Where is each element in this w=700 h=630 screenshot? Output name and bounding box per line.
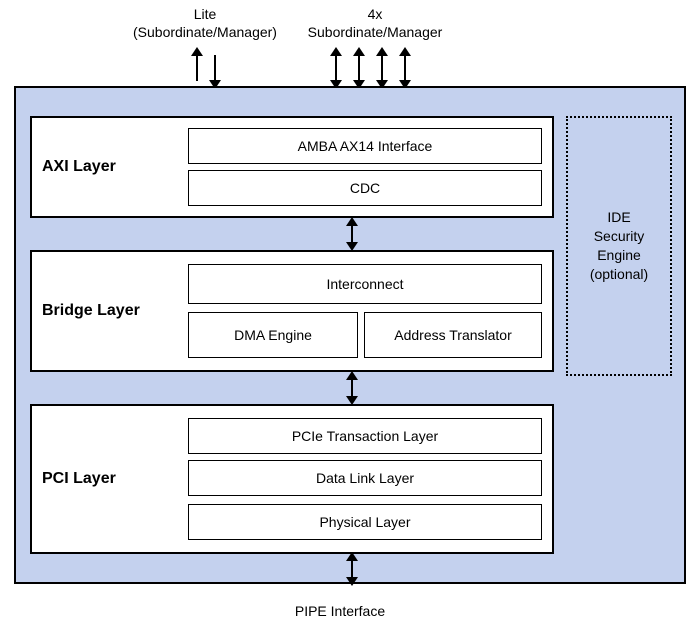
cdc-box: CDC (188, 170, 542, 206)
axi-layer-title: AXI Layer (42, 158, 182, 176)
pcie-transaction-layer-box: PCIe Transaction Layer (188, 418, 542, 454)
dma-engine-box: DMA Engine (188, 312, 358, 358)
axi-layer-box: AXI Layer AMBA AX14 Interface CDC (30, 116, 554, 218)
label-pipe: PIPE Interface (260, 603, 420, 619)
bridge-layer-box: Bridge Layer Interconnect DMA Engine Add… (30, 250, 554, 372)
data-link-layer-box: Data Link Layer (188, 460, 542, 496)
physical-layer-box: Physical Layer (188, 504, 542, 540)
arrow-4x-2-icon (358, 55, 360, 81)
arrow-axi-bridge-icon (351, 225, 353, 243)
pci-layer-box: PCI Layer PCIe Transaction Layer Data Li… (30, 404, 554, 554)
arrow-lite-down-icon (214, 55, 216, 81)
address-translator-box: Address Translator (364, 312, 542, 358)
ide-security-engine-box: IDE Security Engine (optional) (566, 116, 672, 376)
system-container: AXI Layer AMBA AX14 Interface CDC Bridge… (14, 86, 686, 584)
interconnect-box: Interconnect (188, 264, 542, 304)
amba-interface-box: AMBA AX14 Interface (188, 128, 542, 164)
arrow-4x-4-icon (404, 55, 406, 81)
bridge-layer-title: Bridge Layer (42, 302, 182, 320)
arrow-bridge-pci-icon (351, 379, 353, 397)
arrow-lite-up-icon (196, 55, 198, 81)
arrow-pci-pipe-icon (351, 560, 353, 578)
diagram-canvas: Lite (Subordinate/Manager) 4x Subordinat… (0, 0, 700, 630)
pci-layer-title: PCI Layer (42, 470, 182, 488)
arrow-4x-3-icon (381, 55, 383, 81)
label-4x: 4x Subordinate/Manager (275, 6, 475, 41)
arrow-4x-1-icon (335, 55, 337, 81)
